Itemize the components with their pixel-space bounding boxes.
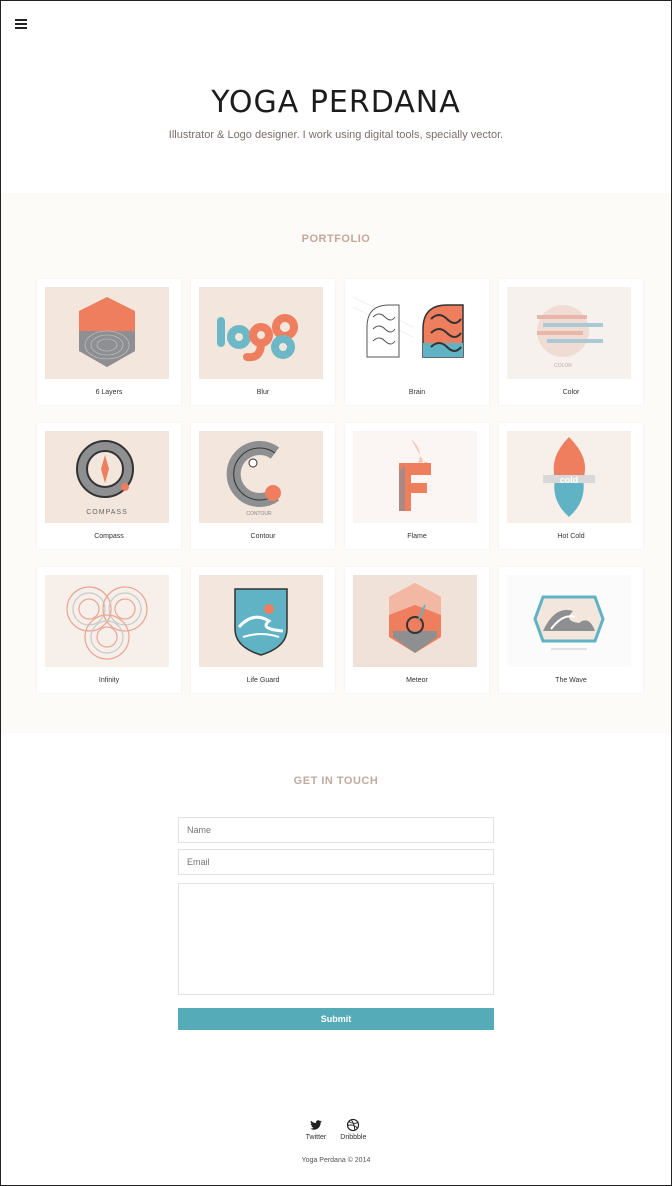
social-links: Twitter Dribbble bbox=[1, 1118, 671, 1141]
dribbble-link[interactable]: Dribbble bbox=[340, 1118, 366, 1141]
contact-title: GET IN TOUCH bbox=[293, 775, 379, 787]
portfolio-item-label: Meteor bbox=[406, 677, 428, 684]
portfolio-grid: 6 Layers Blur Brain COLOR Color COMPASS … bbox=[37, 279, 671, 693]
wave-shield-icon bbox=[199, 575, 323, 667]
portfolio-item-label: Contour bbox=[250, 533, 276, 540]
portfolio-item-compass[interactable]: COMPASS Compass bbox=[37, 423, 181, 549]
portfolio-item-meteor[interactable]: Meteor bbox=[345, 567, 489, 693]
portfolio-item-infinity[interactable]: Infinity bbox=[37, 567, 181, 693]
hot-cold-icon: cold bbox=[507, 431, 631, 523]
portfolio-item-label: Brain bbox=[408, 389, 426, 396]
portfolio-item-label: The Wave bbox=[555, 677, 587, 684]
wave-badge-icon bbox=[507, 575, 631, 667]
color-stripes-icon: COLOR bbox=[507, 287, 631, 379]
twitter-icon bbox=[310, 1120, 322, 1130]
menu-icon[interactable] bbox=[15, 19, 27, 29]
contour-c-icon: CONTOUR bbox=[199, 431, 323, 523]
portfolio-item-color[interactable]: COLOR Color bbox=[499, 279, 643, 405]
portfolio-item-flame[interactable]: Flame bbox=[345, 423, 489, 549]
contact-section: GET IN TOUCH Submit bbox=[1, 733, 671, 1030]
infinity-rings-icon bbox=[45, 575, 169, 667]
site-header: YOGA PERDANA Illustrator & Logo designer… bbox=[1, 1, 671, 193]
flame-f-icon bbox=[353, 431, 477, 523]
portfolio-item-label: Infinity bbox=[98, 677, 120, 684]
compass-icon: COMPASS bbox=[45, 431, 169, 523]
hexagon-layers-icon bbox=[45, 287, 169, 379]
site-footer: Twitter Dribbble Yoga Perdana © 2014 bbox=[1, 1118, 671, 1164]
logo-wordmark-icon bbox=[199, 287, 323, 379]
compass-art-text: COMPASS bbox=[86, 509, 128, 516]
twitter-link[interactable]: Twitter bbox=[305, 1118, 327, 1141]
dribbble-icon bbox=[347, 1118, 360, 1132]
svg-text:cold: cold bbox=[560, 475, 579, 485]
meteor-hexagon-icon bbox=[353, 575, 477, 667]
site-tagline: Illustrator & Logo designer. I work usin… bbox=[168, 129, 504, 141]
portfolio-item-label: Hot Cold bbox=[557, 533, 585, 540]
portfolio-item-the-wave[interactable]: The Wave bbox=[499, 567, 643, 693]
contour-art-text: CONTOUR bbox=[246, 511, 272, 517]
portfolio-item-label: Color bbox=[562, 389, 580, 396]
svg-text:COLOR: COLOR bbox=[554, 363, 572, 369]
twitter-label: Twitter bbox=[305, 1134, 327, 1141]
message-field[interactable] bbox=[178, 883, 494, 995]
site-title: YOGA PERDANA bbox=[211, 85, 461, 120]
portfolio-item-label: 6 Layers bbox=[95, 389, 123, 396]
portfolio-section: PORTFOLIO 6 Layers Blur Brain COLOR Colo… bbox=[1, 193, 671, 733]
portfolio-title: PORTFOLIO bbox=[301, 233, 371, 245]
portfolio-item-label: Flame bbox=[407, 533, 427, 540]
portfolio-item-label: Compass bbox=[94, 533, 124, 540]
contact-form: Submit bbox=[178, 817, 494, 1030]
email-field[interactable] bbox=[178, 849, 494, 875]
portfolio-item-blur[interactable]: Blur bbox=[191, 279, 335, 405]
submit-button[interactable]: Submit bbox=[178, 1008, 494, 1030]
portfolio-item-contour[interactable]: CONTOUR Contour bbox=[191, 423, 335, 549]
portfolio-item-6-layers[interactable]: 6 Layers bbox=[37, 279, 181, 405]
name-field[interactable] bbox=[178, 817, 494, 843]
portfolio-item-label: Blur bbox=[256, 389, 270, 396]
copyright-text: Yoga Perdana © 2014 bbox=[301, 1157, 371, 1164]
brain-icon bbox=[353, 287, 477, 379]
dribbble-label: Dribbble bbox=[340, 1134, 367, 1141]
portfolio-item-hot-cold[interactable]: cold Hot Cold bbox=[499, 423, 643, 549]
portfolio-item-label: Life Guard bbox=[246, 677, 280, 684]
portfolio-item-life-guard[interactable]: Life Guard bbox=[191, 567, 335, 693]
portfolio-item-brain[interactable]: Brain bbox=[345, 279, 489, 405]
